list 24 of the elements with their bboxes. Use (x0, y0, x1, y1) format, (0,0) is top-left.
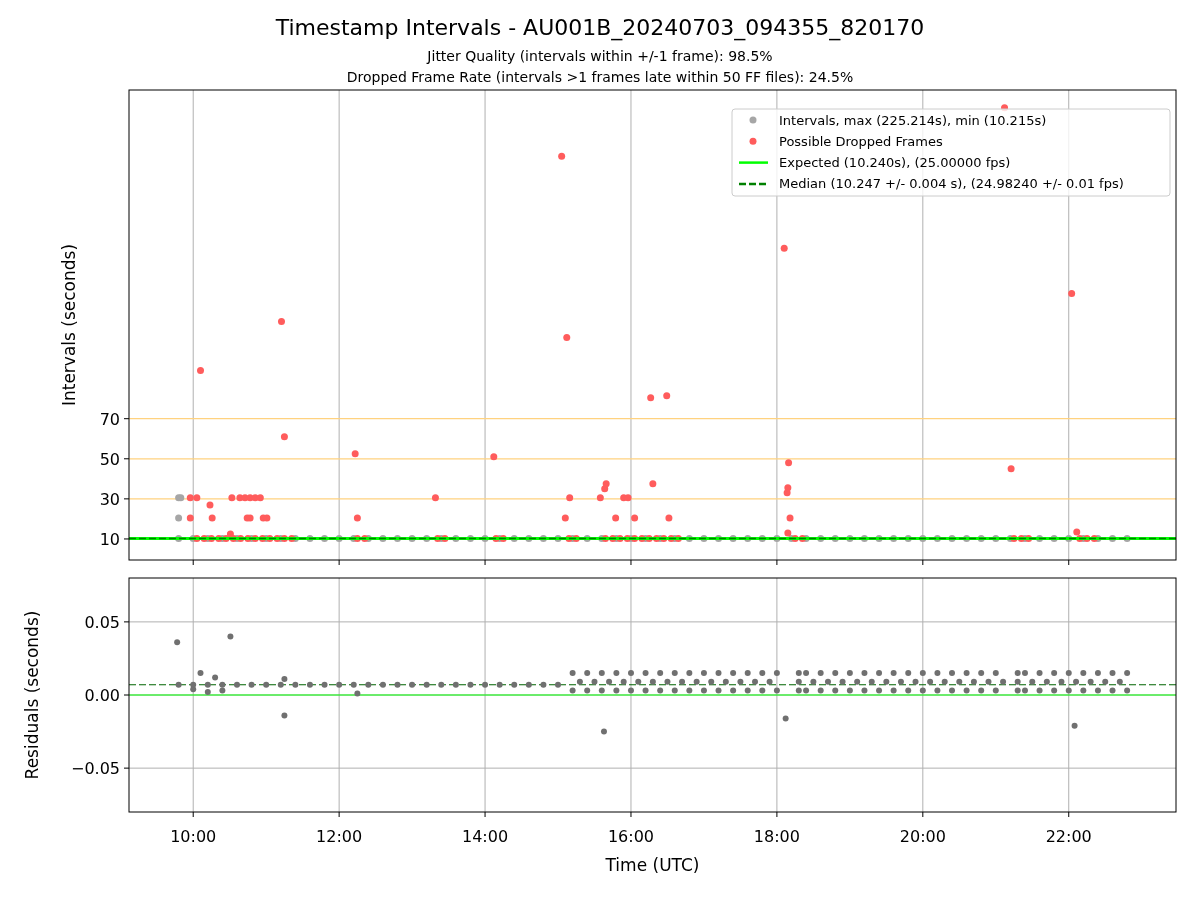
tick-label: 0.00 (84, 686, 120, 705)
axis-label: Intervals (seconds) (59, 243, 79, 407)
tick-label: 12:00 (316, 827, 363, 846)
tick-label: 70 (99, 409, 120, 429)
tick-label: 18:00 (753, 827, 800, 846)
tick-label: 10 (99, 529, 120, 549)
tick-label: 50 (99, 449, 120, 469)
tick-label: 0.05 (84, 612, 120, 632)
chart-title: Timestamp Intervals - AU001B_20240703_094355_820170 (275, 14, 925, 42)
chart-subtitle: Jitter Quality (intervals within +/-1 frame): 98.5% (427, 47, 773, 66)
tick-label: 22:00 (1045, 827, 1092, 846)
axis-label: Residuals (seconds) (22, 610, 42, 780)
legend-label: Intervals, max (225.214s), min (10.215s) (779, 112, 1047, 128)
chart-subtitle: Dropped Frame Rate (intervals >1 frames late within 50 FF files): 24.5% (346, 68, 854, 87)
legend-label: Median (10.247 +/- 0.004 s), (24.98240 +/- 0.01 fps) (779, 176, 1124, 192)
legend-label: Expected (10.240s), (25.00000 fps) (779, 155, 1011, 171)
legend-label: Possible Dropped Frames (779, 133, 943, 149)
tick-label: 20:00 (899, 827, 946, 846)
tick-label: 14:00 (462, 827, 509, 846)
tick-label: 30 (99, 489, 120, 509)
tick-label: 10:00 (170, 827, 217, 846)
tick-label: −0.05 (70, 759, 120, 779)
tick-label: 16:00 (607, 827, 655, 846)
axis-label: Time (UTC) (605, 855, 700, 875)
